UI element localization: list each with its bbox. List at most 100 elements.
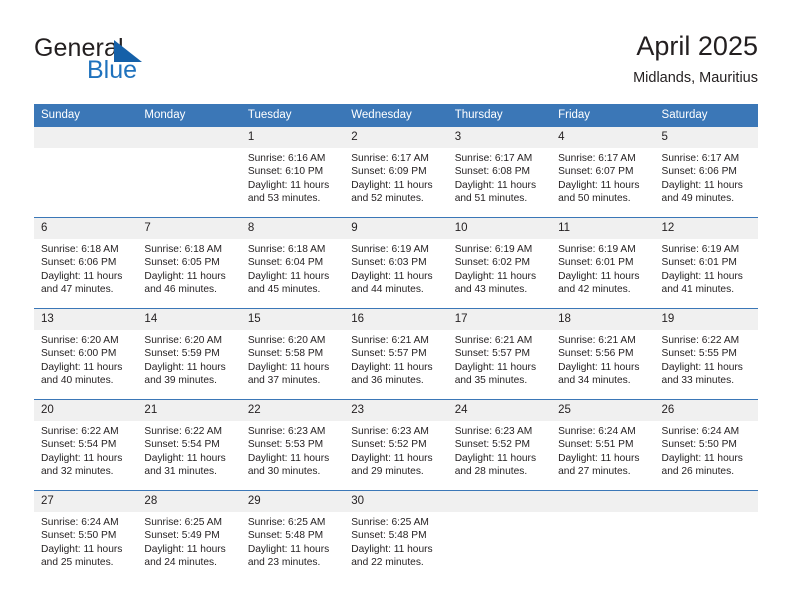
- calendar-day-cell[interactable]: 1 Sunrise: 6:16 AM Sunset: 6:10 PM Daylight…: [240, 127, 345, 218]
- calendar-day-cell[interactable]: 14 Sunrise: 6:20 AM Sunset: 5:59 PM Dayligh…: [137, 308, 241, 400]
- day-details: Sunrise: 6:23 AM Sunset: 5:53 PM Daylight:…: [241, 421, 344, 478]
- day-cell-inner: 21 Sunrise: 6:22 AM Sunset: 5:54 PM Dayligh…: [137, 400, 241, 490]
- calendar-day-cell[interactable]: 6 Sunrise: 6:18 AM Sunset: 6:06 PM Daylight…: [34, 217, 138, 309]
- daylight-text-line1: Daylight: 11 hours: [558, 270, 640, 282]
- calendar-day-cell[interactable]: 7 Sunrise: 6:18 AM Sunset: 6:05 PM Daylight…: [137, 217, 241, 309]
- sunset-text: Sunset: 5:55 PM: [661, 348, 737, 360]
- day-cell-inner: 19 Sunrise: 6:22 AM Sunset: 5:55 PM Dayligh…: [654, 309, 758, 399]
- calendar-table: Sunday Monday Tuesday Wednesday Thursday…: [34, 104, 758, 581]
- day-number: 28: [137, 491, 241, 512]
- calendar-day-cell[interactable]: 5 Sunrise: 6:17 AM Sunset: 6:06 PM Daylight…: [654, 127, 758, 218]
- day-cell-inner: 7 Sunrise: 6:18 AM Sunset: 6:05 PM Daylight…: [137, 218, 241, 308]
- day-details: [655, 512, 758, 516]
- calendar-day-cell[interactable]: 2 Sunrise: 6:17 AM Sunset: 6:09 PM Daylight…: [344, 127, 448, 218]
- calendar-day-cell[interactable]: [137, 127, 241, 218]
- day-details: Sunrise: 6:23 AM Sunset: 5:52 PM Daylight:…: [344, 421, 447, 478]
- calendar-day-cell[interactable]: 20 Sunrise: 6:22 AM Sunset: 5:54 PM Dayligh…: [34, 399, 138, 491]
- day-number: 14: [137, 309, 241, 330]
- day-cell-inner: 8 Sunrise: 6:18 AM Sunset: 6:04 PM Daylight…: [240, 218, 345, 308]
- calendar-day-cell[interactable]: 12 Sunrise: 6:19 AM Sunset: 6:01 PM Dayligh…: [654, 217, 758, 309]
- day-number: 25: [551, 400, 655, 421]
- calendar-day-cell[interactable]: 10 Sunrise: 6:19 AM Sunset: 6:02 PM Dayligh…: [447, 217, 552, 309]
- day-cell-inner: [447, 491, 552, 581]
- sunset-text: Sunset: 6:07 PM: [558, 166, 634, 178]
- calendar-day-cell[interactable]: 4 Sunrise: 6:17 AM Sunset: 6:07 PM Daylight…: [551, 127, 655, 218]
- daylight-text-line2: and 36 minutes.: [351, 374, 424, 386]
- daylight-text-line1: Daylight: 11 hours: [661, 179, 743, 191]
- daylight-text-line1: Daylight: 11 hours: [247, 179, 330, 191]
- calendar-day-cell[interactable]: 29 Sunrise: 6:25 AM Sunset: 5:48 PM Dayligh…: [240, 491, 345, 582]
- calendar-week-row: 6 Sunrise: 6:18 AM Sunset: 6:06 PM Daylight…: [34, 217, 758, 309]
- calendar-day-cell[interactable]: [34, 127, 138, 218]
- daylight-text-line2: and 29 minutes.: [351, 465, 424, 477]
- calendar-day-cell[interactable]: 16 Sunrise: 6:21 AM Sunset: 5:57 PM Dayligh…: [344, 308, 448, 400]
- daylight-text-line1: Daylight: 11 hours: [454, 270, 537, 282]
- day-details: Sunrise: 6:18 AM Sunset: 6:04 PM Daylight:…: [241, 239, 344, 296]
- day-details: [551, 512, 654, 516]
- calendar-day-cell[interactable]: 13 Sunrise: 6:20 AM Sunset: 6:00 PM Dayligh…: [34, 308, 138, 400]
- sunrise-text: Sunrise: 6:24 AM: [41, 517, 119, 528]
- day-number: 11: [551, 218, 655, 239]
- calendar-day-cell[interactable]: 30 Sunrise: 6:25 AM Sunset: 5:48 PM Dayligh…: [344, 491, 448, 582]
- day-details: Sunrise: 6:21 AM Sunset: 5:56 PM Daylight:…: [551, 330, 654, 387]
- sunset-text: Sunset: 5:57 PM: [454, 348, 531, 360]
- sunrise-text: Sunrise: 6:25 AM: [144, 517, 223, 528]
- calendar-day-cell[interactable]: 27 Sunrise: 6:24 AM Sunset: 5:50 PM Dayligh…: [34, 491, 138, 582]
- daylight-text-line1: Daylight: 11 hours: [144, 361, 226, 373]
- day-number: 7: [137, 218, 241, 239]
- calendar-day-cell[interactable]: 22 Sunrise: 6:23 AM Sunset: 5:53 PM Dayligh…: [240, 399, 345, 491]
- calendar-day-cell[interactable]: 26 Sunrise: 6:24 AM Sunset: 5:50 PM Dayligh…: [654, 399, 758, 491]
- sunset-text: Sunset: 5:54 PM: [144, 439, 220, 451]
- daylight-text-line2: and 39 minutes.: [144, 374, 217, 386]
- calendar-day-cell[interactable]: [447, 491, 552, 582]
- calendar-page: General Blue April 2025 Midlands, Maurit…: [0, 0, 792, 612]
- daylight-text-line2: and 42 minutes.: [558, 283, 631, 295]
- sunset-text: Sunset: 6:01 PM: [558, 257, 634, 269]
- day-details: Sunrise: 6:21 AM Sunset: 5:57 PM Daylight:…: [448, 330, 551, 387]
- calendar-day-cell[interactable]: 17 Sunrise: 6:21 AM Sunset: 5:57 PM Dayligh…: [447, 308, 552, 400]
- calendar-day-cell[interactable]: 23 Sunrise: 6:23 AM Sunset: 5:52 PM Dayligh…: [344, 399, 448, 491]
- daylight-text-line1: Daylight: 11 hours: [454, 361, 537, 373]
- daylight-text-line1: Daylight: 11 hours: [558, 179, 640, 191]
- sunset-text: Sunset: 6:08 PM: [454, 166, 531, 178]
- daylight-text-line1: Daylight: 11 hours: [454, 452, 537, 464]
- day-details: Sunrise: 6:17 AM Sunset: 6:07 PM Daylight:…: [551, 148, 654, 205]
- sunrise-text: Sunrise: 6:19 AM: [351, 244, 429, 255]
- calendar-day-cell[interactable]: [654, 491, 758, 582]
- daylight-text-line2: and 37 minutes.: [247, 374, 321, 386]
- sunset-text: Sunset: 5:56 PM: [558, 348, 634, 360]
- calendar-day-cell[interactable]: 9 Sunrise: 6:19 AM Sunset: 6:03 PM Daylight…: [344, 217, 448, 309]
- day-details: Sunrise: 6:16 AM Sunset: 6:10 PM Daylight:…: [241, 148, 344, 205]
- calendar-day-cell[interactable]: 3 Sunrise: 6:17 AM Sunset: 6:08 PM Daylight…: [447, 127, 552, 218]
- calendar-day-cell[interactable]: 19 Sunrise: 6:22 AM Sunset: 5:55 PM Dayligh…: [654, 308, 758, 400]
- day-details: Sunrise: 6:25 AM Sunset: 5:49 PM Daylight:…: [137, 512, 240, 569]
- day-cell-inner: 13 Sunrise: 6:20 AM Sunset: 6:00 PM Dayligh…: [34, 309, 138, 399]
- calendar-day-cell[interactable]: [551, 491, 655, 582]
- calendar-day-cell[interactable]: 21 Sunrise: 6:22 AM Sunset: 5:54 PM Dayligh…: [137, 399, 241, 491]
- calendar-day-cell[interactable]: 18 Sunrise: 6:21 AM Sunset: 5:56 PM Dayligh…: [551, 308, 655, 400]
- daylight-text-line1: Daylight: 11 hours: [351, 361, 433, 373]
- sunset-text: Sunset: 5:51 PM: [558, 439, 634, 451]
- calendar-day-cell[interactable]: 25 Sunrise: 6:24 AM Sunset: 5:51 PM Dayligh…: [551, 399, 655, 491]
- day-details: Sunrise: 6:20 AM Sunset: 5:59 PM Daylight:…: [137, 330, 240, 387]
- sunrise-text: Sunrise: 6:18 AM: [247, 244, 326, 255]
- calendar-day-cell[interactable]: 28 Sunrise: 6:25 AM Sunset: 5:49 PM Dayligh…: [137, 491, 241, 582]
- day-details: Sunrise: 6:25 AM Sunset: 5:48 PM Daylight:…: [241, 512, 344, 569]
- daylight-text-line1: Daylight: 11 hours: [558, 452, 640, 464]
- day-number: 17: [447, 309, 552, 330]
- general-blue-logo[interactable]: General Blue: [34, 34, 204, 88]
- daylight-text-line1: Daylight: 11 hours: [41, 543, 123, 555]
- sunrise-text: Sunrise: 6:17 AM: [661, 153, 740, 164]
- day-number: [551, 491, 655, 512]
- calendar-day-cell[interactable]: 24 Sunrise: 6:23 AM Sunset: 5:52 PM Dayligh…: [447, 399, 552, 491]
- calendar-day-cell[interactable]: 11 Sunrise: 6:19 AM Sunset: 6:01 PM Dayligh…: [551, 217, 655, 309]
- daylight-text-line2: and 45 minutes.: [247, 283, 321, 295]
- weekday-header-thursday: Thursday: [447, 104, 552, 127]
- calendar-week-row: 1 Sunrise: 6:16 AM Sunset: 6:10 PM Daylight…: [34, 127, 758, 218]
- calendar-day-cell[interactable]: 8 Sunrise: 6:18 AM Sunset: 6:04 PM Daylight…: [240, 217, 345, 309]
- calendar-day-cell[interactable]: 15 Sunrise: 6:20 AM Sunset: 5:58 PM Dayligh…: [240, 308, 345, 400]
- day-cell-inner: [137, 127, 241, 217]
- day-details: [137, 148, 240, 152]
- sunrise-text: Sunrise: 6:25 AM: [247, 517, 326, 528]
- day-cell-inner: 4 Sunrise: 6:17 AM Sunset: 6:07 PM Daylight…: [551, 127, 655, 217]
